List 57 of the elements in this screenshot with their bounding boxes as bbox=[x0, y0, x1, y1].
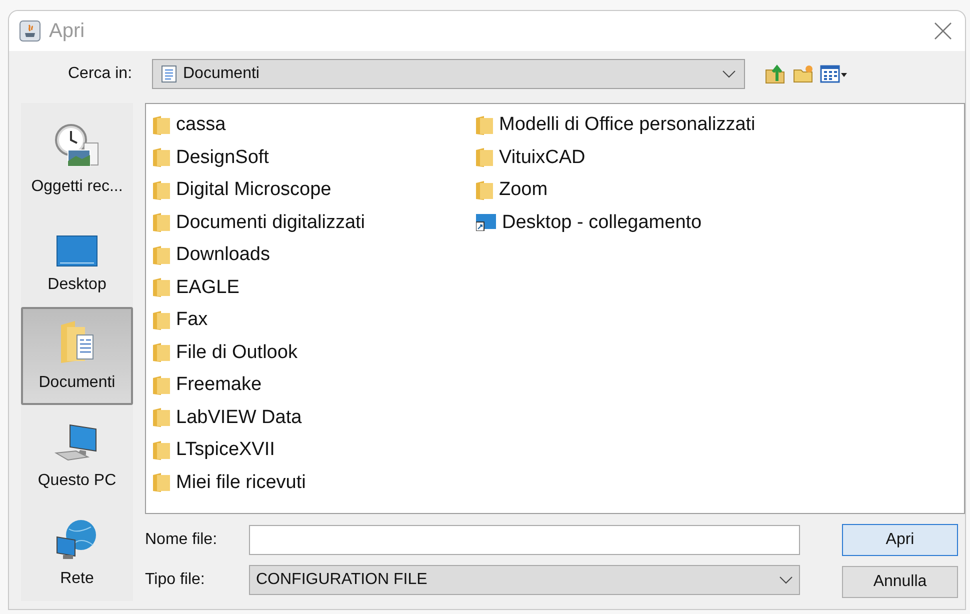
folder-icon bbox=[153, 343, 170, 362]
chevron-icon bbox=[722, 70, 736, 78]
place-item[interactable]: Questo PC bbox=[21, 405, 133, 503]
folder-icon bbox=[153, 213, 170, 232]
look-in-label: Cerca in: bbox=[68, 64, 134, 84]
file-item[interactable]: Digital Microscope bbox=[153, 174, 476, 206]
file-item[interactable]: Freemake bbox=[153, 369, 476, 402]
look-in-dropdown[interactable]: Documenti bbox=[152, 59, 745, 90]
file-item[interactable]: Modelli di Office personalizzati bbox=[476, 109, 799, 142]
folder-icon bbox=[153, 473, 170, 492]
file-item[interactable]: Documenti digitalizzati bbox=[153, 206, 476, 239]
view-menu-icon[interactable] bbox=[820, 64, 848, 84]
place-item[interactable]: Desktop bbox=[21, 209, 133, 307]
file-type-dropdown[interactable]: CONFIGURATION FILE bbox=[249, 565, 800, 595]
document-icon bbox=[161, 65, 177, 84]
folder-icon bbox=[476, 148, 493, 168]
new-folder-icon[interactable] bbox=[792, 63, 814, 86]
clock-icon bbox=[54, 123, 100, 169]
file-item[interactable]: VituixCAD bbox=[476, 142, 799, 174]
file-item[interactable]: LTspiceXVII bbox=[153, 434, 476, 466]
file-item[interactable]: Desktop - collegamento bbox=[476, 206, 799, 239]
file-item[interactable]: Miei file ricevuti bbox=[153, 466, 476, 499]
folder-up-icon[interactable] bbox=[764, 63, 786, 86]
file-item[interactable]: cassa bbox=[153, 109, 476, 142]
file-name-field[interactable] bbox=[249, 525, 800, 555]
folder-icon bbox=[153, 180, 170, 200]
folder-icon bbox=[476, 116, 493, 135]
folder-icon bbox=[476, 180, 493, 200]
folder-icon bbox=[153, 278, 170, 298]
folder-icon bbox=[153, 148, 170, 168]
folder-icon bbox=[153, 440, 170, 460]
file-type-label: Tipo file: bbox=[145, 570, 206, 590]
dialog-button[interactable]: Apri bbox=[842, 524, 958, 556]
folder-icon bbox=[153, 310, 170, 330]
file-item[interactable]: LabVIEW Data bbox=[153, 402, 476, 434]
network-icon bbox=[55, 519, 99, 561]
window-title: Apri bbox=[49, 19, 85, 44]
file-item[interactable]: DesignSoft bbox=[153, 142, 476, 174]
place-item[interactable]: Documenti bbox=[21, 307, 133, 405]
folder-icon bbox=[153, 246, 170, 265]
folder-icon bbox=[153, 116, 170, 135]
file-item[interactable]: File di Outlook bbox=[153, 336, 476, 369]
shortcut-icon bbox=[476, 214, 496, 232]
folder-icon bbox=[153, 376, 170, 395]
place-item[interactable]: Rete bbox=[21, 503, 133, 601]
file-item[interactable]: Zoom bbox=[476, 174, 799, 206]
file-name-label: Nome file: bbox=[145, 530, 218, 550]
close-icon[interactable] bbox=[933, 21, 953, 42]
file-item[interactable]: EAGLE bbox=[153, 272, 476, 304]
file-item[interactable]: Fax bbox=[153, 304, 476, 336]
folder-icon bbox=[153, 408, 170, 428]
place-item[interactable]: Oggetti rec... bbox=[21, 111, 133, 209]
file-item[interactable]: Downloads bbox=[153, 239, 476, 272]
dialog-button[interactable]: Annulla bbox=[842, 566, 958, 598]
monitor-icon bbox=[56, 235, 98, 267]
chevron-icon bbox=[779, 576, 793, 584]
app-icon bbox=[19, 20, 41, 42]
